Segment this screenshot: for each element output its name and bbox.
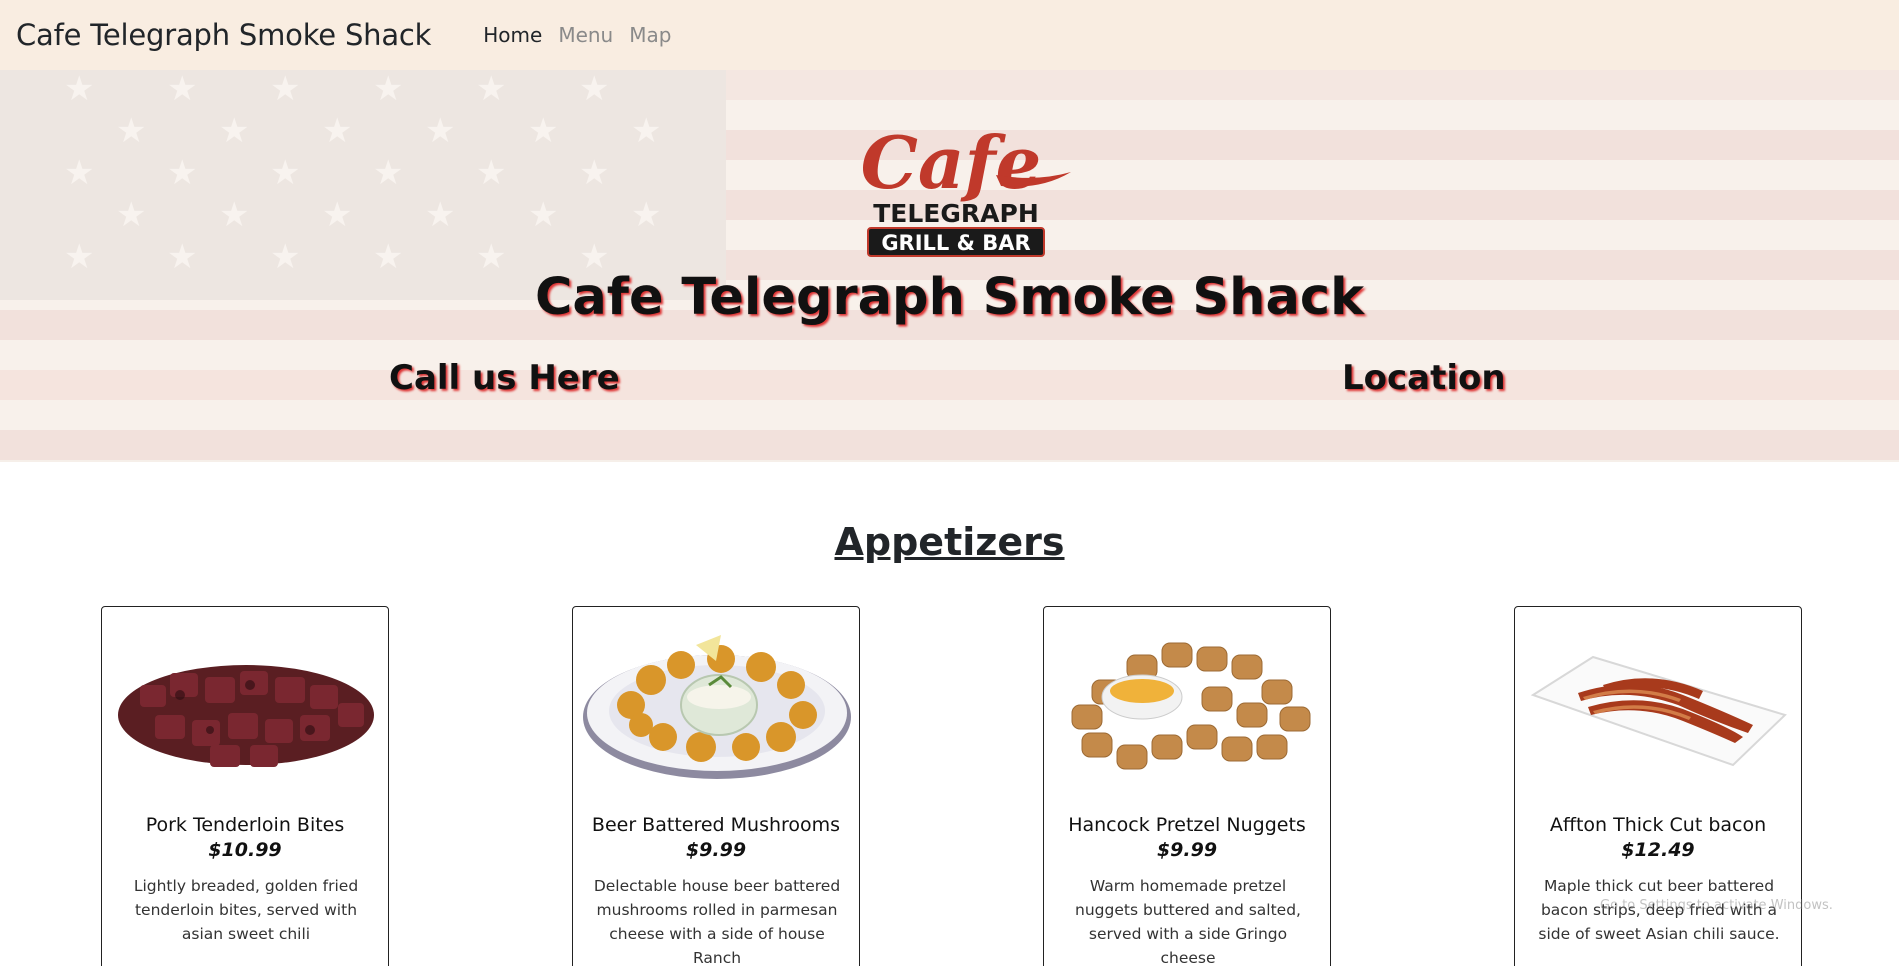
logo-word-cafe: Cafe: [861, 120, 1042, 205]
nav-links: Home Menu Map: [475, 23, 679, 47]
item-price: $9.99: [685, 839, 747, 861]
nav-link-home[interactable]: Home: [475, 23, 550, 47]
item-name: Beer Battered Mushrooms: [591, 814, 841, 836]
item-price: $10.99: [208, 839, 282, 861]
nav-link-map[interactable]: Map: [621, 23, 679, 47]
logo-word-telegraph: TELEGRAPH: [873, 199, 1039, 228]
hero-title: Cafe Telegraph Smoke Shack: [534, 268, 1365, 327]
top-navbar: Cafe Telegraph Smoke Shack Home Menu Map: [0, 0, 1899, 70]
menu-card[interactable]: Hancock Pretzel Nuggets $9.99 Warm homem…: [1043, 606, 1331, 966]
pork-tenderloin-bites-photo: [118, 665, 374, 767]
beer-battered-mushrooms-photo: [583, 635, 851, 779]
os-activation-watermark: Go to Settings to activate Windows.: [1600, 898, 1833, 913]
item-name: Pork Tenderloin Bites: [145, 814, 345, 836]
logo-word-grill-bar: GRILL & BAR: [881, 231, 1030, 255]
item-description: Warm homemade pretzel nuggets buttered a…: [1075, 877, 1301, 966]
pretzel-nuggets-photo: [1071, 642, 1311, 770]
thick-cut-bacon-photo: [1530, 655, 1787, 767]
item-price: $9.99: [1156, 839, 1218, 861]
appetizers-heading: Appetizers: [834, 520, 1065, 564]
menu-card[interactable]: Pork Tenderloin Bites $10.99 Lightly bre…: [101, 606, 389, 966]
item-name: Hancock Pretzel Nuggets: [1068, 814, 1306, 836]
nav-link-menu[interactable]: Menu: [550, 23, 621, 47]
call-us-link[interactable]: Call us Here: [389, 358, 620, 398]
navbar-brand[interactable]: Cafe Telegraph Smoke Shack: [16, 18, 431, 52]
item-description: Delectable house beer battered mushrooms…: [593, 877, 841, 966]
hero-banner: ★ ★ ★ ★ ★ ★ ★ ★ ★ ★ ★ ★ ★ ★ ★ ★ ★ ★ ★ ★ ★ ★ ★ ★ ★ ★ ★ ★ ★ ★ Cafe TELE…: [0, 70, 1899, 462]
item-price: $12.49: [1621, 839, 1695, 861]
cafe-telegraph-logo: Cafe TELEGRAPH GRILL & BAR: [861, 120, 1071, 257]
menu-card[interactable]: Beer Battered Mushrooms $9.99 Delectable…: [572, 606, 860, 966]
item-name: Affton Thick Cut bacon: [1549, 814, 1767, 836]
location-link[interactable]: Location: [1342, 358, 1506, 398]
item-description: Lightly breaded, golden fried tenderloin…: [133, 877, 359, 943]
